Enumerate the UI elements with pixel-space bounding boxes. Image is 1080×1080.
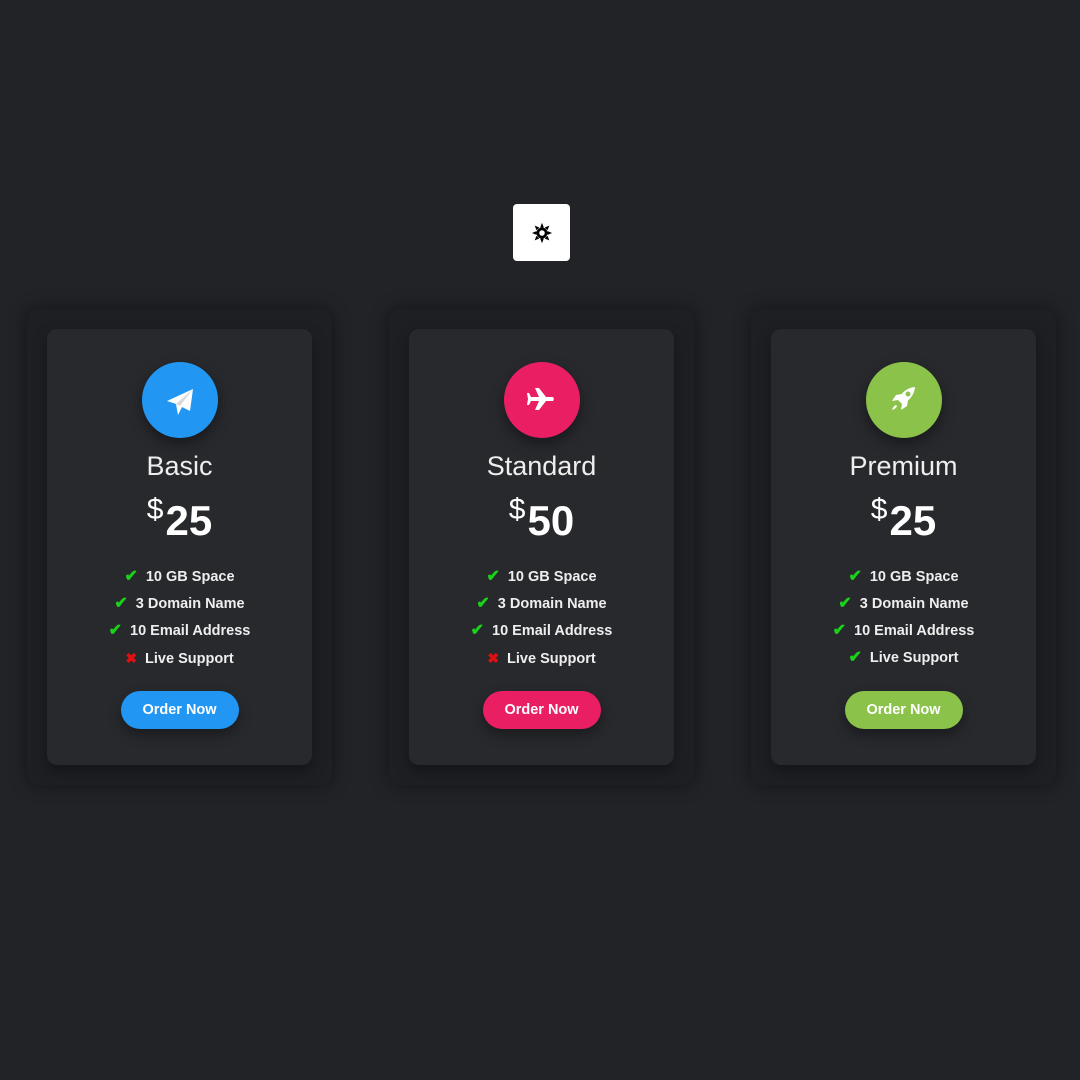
feature-item: ✖ Live Support (47, 647, 312, 674)
feature-item: ✔ 10 Email Address (771, 620, 1036, 647)
price-amount: 25 (889, 497, 937, 544)
check-icon: ✔ (114, 595, 128, 612)
pricing-card-premium: Premium $25 ✔ 10 GB Space ✔ 3 Domain Name ✔ 1… (751, 309, 1056, 785)
plan-icon-circle (503, 362, 580, 438)
rocket-icon (891, 387, 915, 410)
plan-price: $50 (409, 493, 674, 545)
feature-text: Live Support (507, 651, 596, 667)
check-icon: ✔ (470, 622, 485, 639)
plan-title: Standard (486, 451, 597, 481)
order-now-button[interactable]: Order Now (844, 691, 963, 729)
plan-title: Premium (849, 451, 958, 481)
feature-item: ✔ 10 GB Space (409, 566, 674, 593)
order-now-button[interactable]: Order Now (120, 691, 239, 729)
feature-item: ✔ Live Support (771, 647, 1036, 674)
cross-icon: ✖ (125, 650, 138, 666)
feature-item: ✔ 10 Email Address (47, 620, 312, 647)
check-icon: ✔ (124, 568, 138, 585)
feature-text: 10 Email Address (492, 623, 613, 639)
pricing-card-basic: Basic $25 ✔ 10 GB Space ✔ 3 Domain Name ✔ 10 … (27, 309, 332, 785)
check-icon: ✔ (838, 595, 852, 612)
paper-plane-icon (166, 389, 193, 415)
check-icon: ✔ (848, 568, 862, 585)
plan-price: $25 (771, 493, 1036, 545)
feature-list: ✔ 10 GB Space ✔ 3 Domain Name ✔ 10 Email Addr… (409, 566, 674, 674)
plan-title: Basic (146, 451, 213, 481)
order-now-button[interactable]: Order Now (482, 691, 601, 729)
plan-icon-circle (141, 362, 218, 438)
feature-item: ✔ 10 GB Space (771, 566, 1036, 593)
check-icon: ✔ (486, 568, 500, 585)
feature-text: 3 Domain Name (859, 596, 969, 612)
currency-symbol: $ (870, 493, 888, 526)
feature-text: 3 Domain Name (135, 596, 245, 612)
feature-item: ✔ 10 Email Address (409, 620, 674, 647)
price-amount: 25 (165, 497, 213, 544)
check-icon: ✔ (476, 595, 490, 612)
feature-text: Live Support (145, 651, 234, 667)
feature-text: 10 GB Space (145, 569, 235, 585)
currency-symbol: $ (508, 493, 526, 526)
card-body: Premium $25 ✔ 10 GB Space ✔ 3 Domain Name ✔ 1… (771, 329, 1036, 765)
feature-text: 10 GB Space (507, 569, 597, 585)
feature-text: 10 Email Address (130, 623, 251, 639)
feature-text: 10 Email Address (854, 623, 975, 639)
feature-text: Live Support (869, 650, 959, 666)
feature-item: ✔ 10 GB Space (47, 566, 312, 593)
check-icon: ✔ (108, 622, 123, 639)
theme-toggle-button[interactable] (513, 204, 570, 261)
check-icon: ✔ (832, 622, 847, 639)
price-amount: 50 (527, 497, 575, 544)
feature-list: ✔ 10 GB Space ✔ 3 Domain Name ✔ 10 Email Addr… (47, 566, 312, 674)
feature-text: 10 GB Space (869, 569, 959, 585)
plan-icon-circle (865, 362, 942, 438)
feature-item: ✔ 3 Domain Name (47, 593, 312, 620)
card-body: Basic $25 ✔ 10 GB Space ✔ 3 Domain Name ✔ 10 … (47, 329, 312, 765)
sun-icon (531, 222, 552, 243)
card-body: Standard $50 ✔ 10 GB Space ✔ 3 Domain Name ✔… (409, 329, 674, 765)
feature-item: ✔ 3 Domain Name (771, 593, 1036, 620)
feature-text: 3 Domain Name (497, 596, 607, 612)
cross-icon: ✖ (487, 650, 500, 666)
currency-symbol: $ (146, 493, 164, 526)
feature-list: ✔ 10 GB Space ✔ 3 Domain Name ✔ 10 Email Addr… (771, 566, 1036, 674)
plane-icon (526, 388, 554, 410)
plan-price: $25 (47, 493, 312, 545)
feature-item: ✔ 3 Domain Name (409, 593, 674, 620)
check-icon: ✔ (848, 649, 862, 666)
feature-item: ✖ Live Support (409, 647, 674, 674)
pricing-card-standard: Standard $50 ✔ 10 GB Space ✔ 3 Domain Name ✔… (389, 309, 694, 785)
